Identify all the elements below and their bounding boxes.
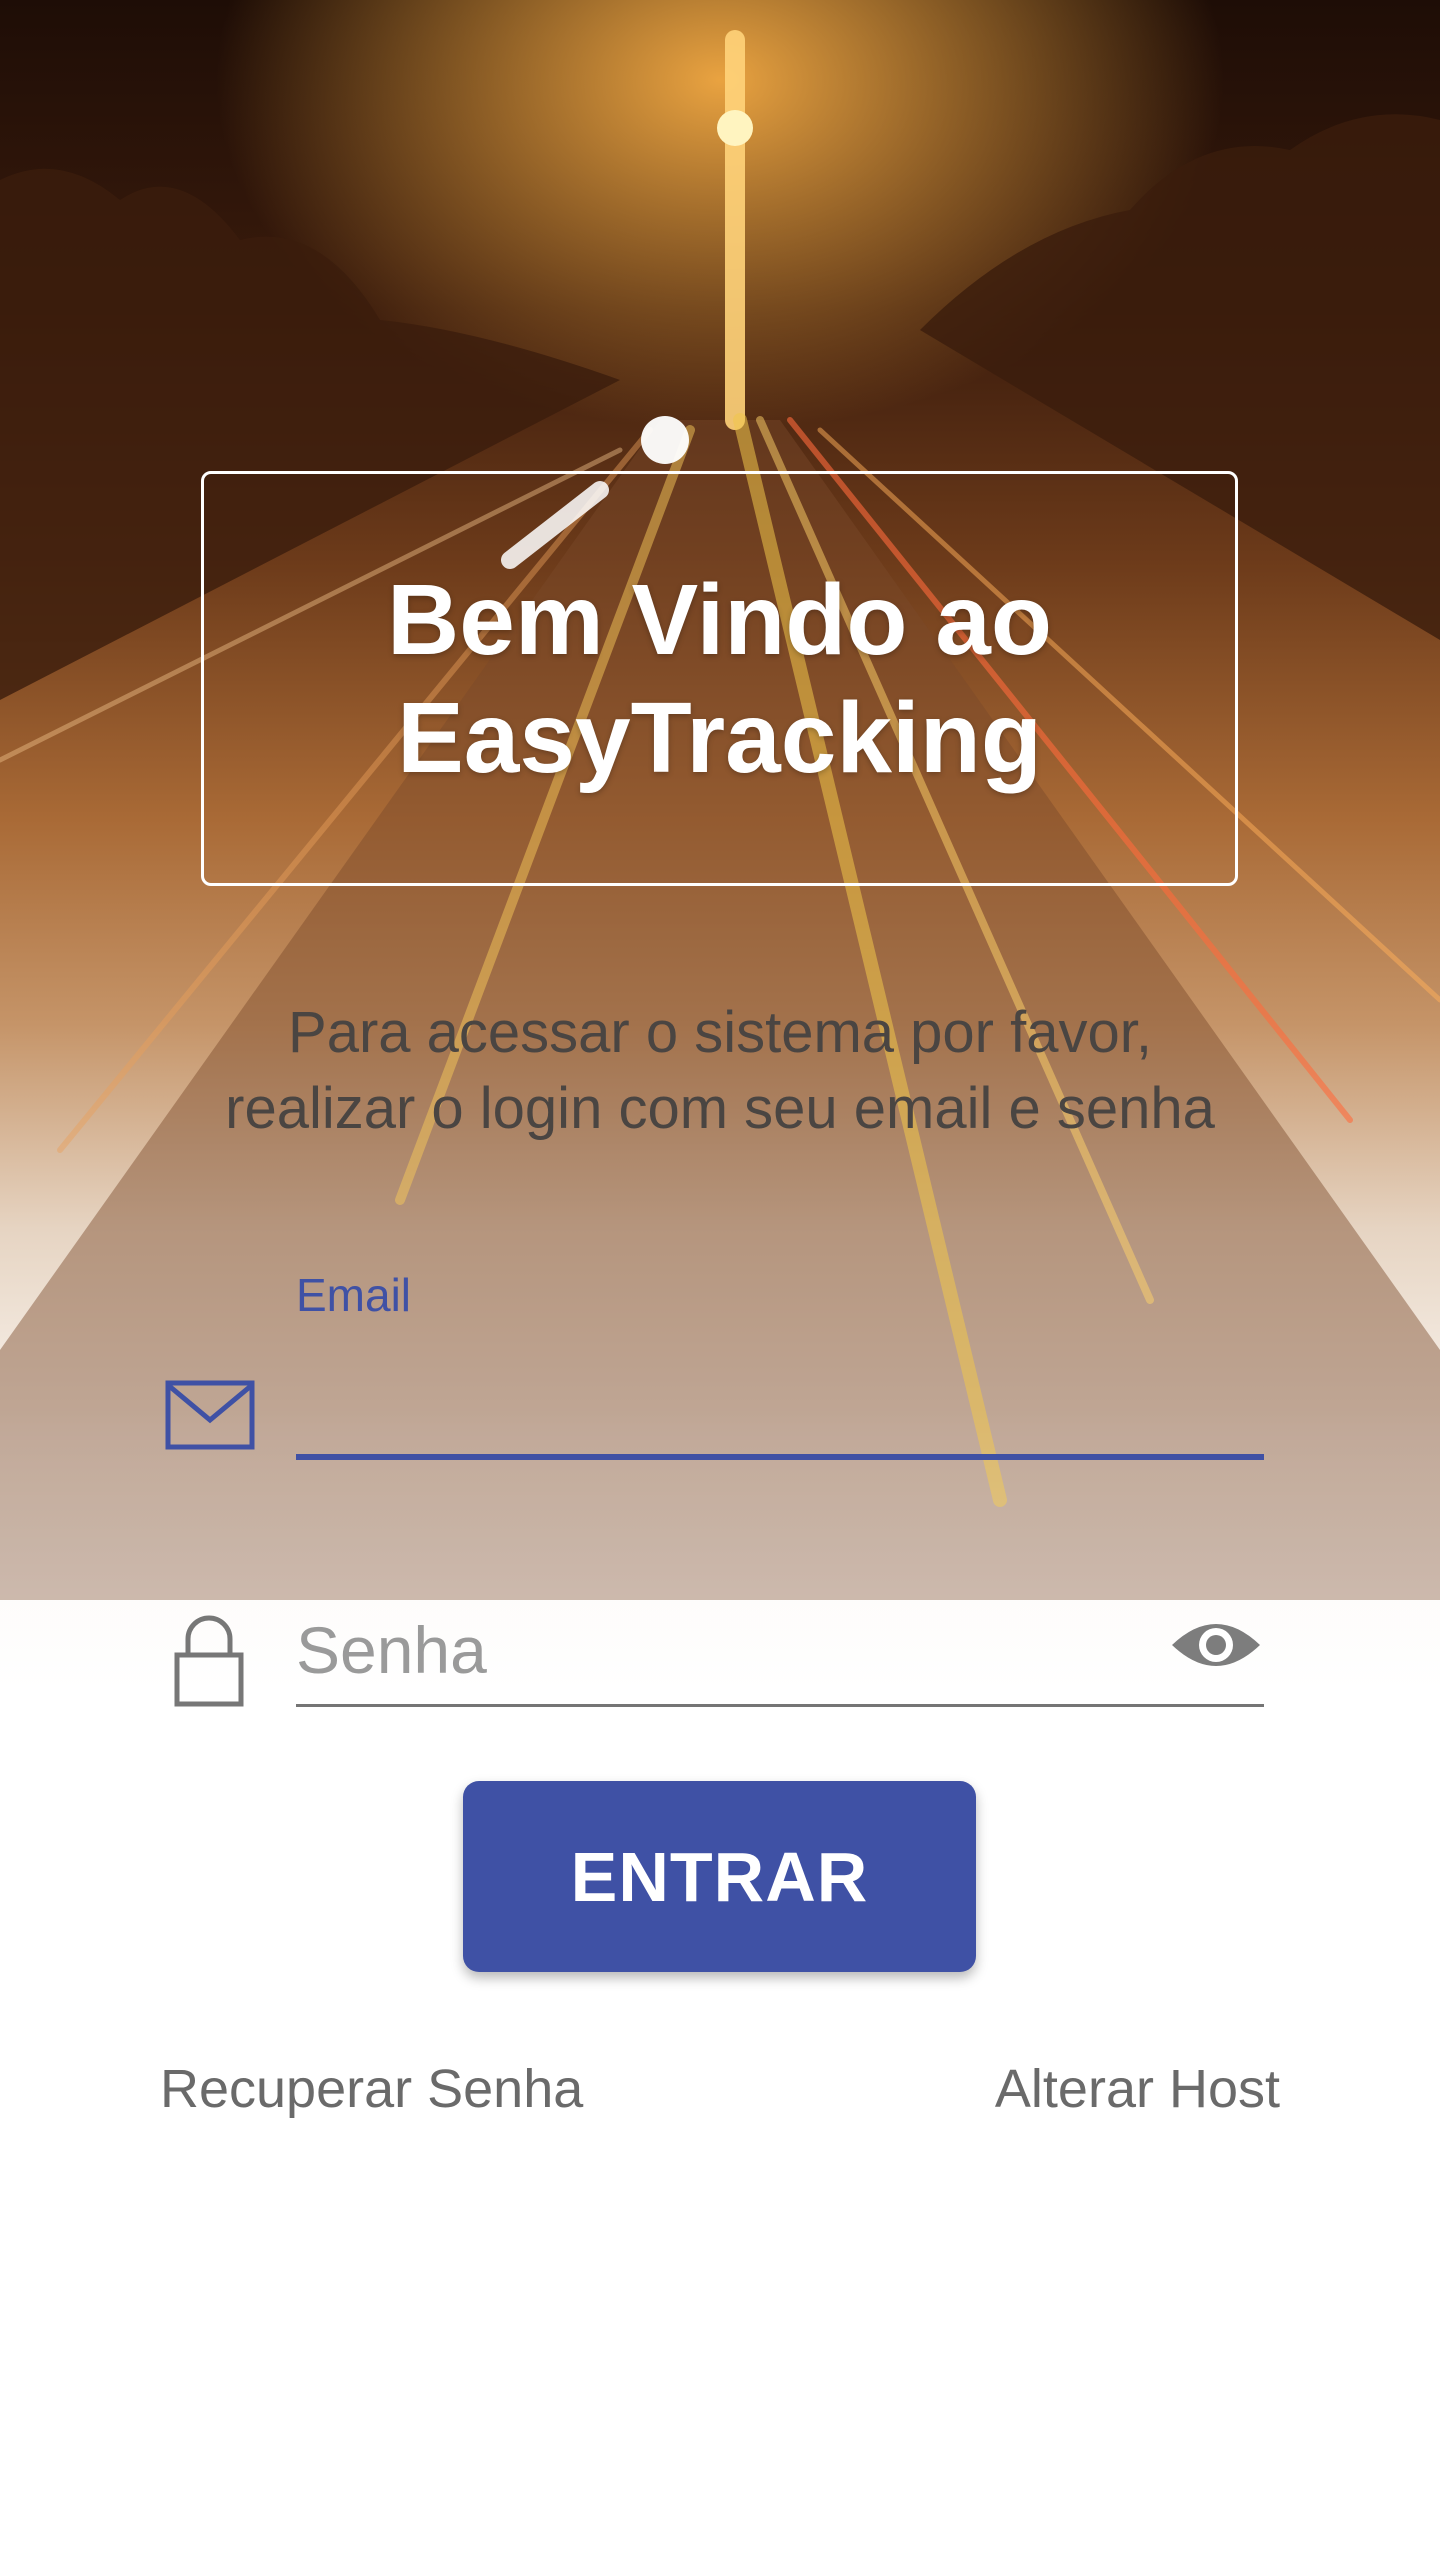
login-instructions: Para acessar o sistema por favor, realiz… bbox=[120, 995, 1320, 1147]
lock-icon bbox=[174, 1615, 244, 1707]
recover-password-link[interactable]: Recuperar Senha bbox=[160, 2058, 583, 2120]
login-instructions-line1: Para acessar o sistema por favor, bbox=[288, 1000, 1152, 1065]
welcome-title-line1: Bem Vindo ao bbox=[387, 563, 1052, 676]
eye-icon[interactable] bbox=[1170, 1615, 1262, 1675]
welcome-title-box: Bem Vindo ao EasyTracking bbox=[201, 471, 1238, 886]
password-input[interactable] bbox=[296, 1595, 1264, 1707]
welcome-title-line2: EasyTracking bbox=[397, 681, 1042, 794]
envelope-icon bbox=[165, 1380, 255, 1450]
change-host-link[interactable]: Alterar Host bbox=[995, 2058, 1280, 2120]
enter-button[interactable]: ENTRAR bbox=[463, 1781, 976, 1972]
email-input[interactable] bbox=[296, 1360, 1264, 1460]
email-label: Email bbox=[296, 1269, 412, 1321]
login-instructions-line2: realizar o login com seu email e senha bbox=[225, 1076, 1215, 1141]
